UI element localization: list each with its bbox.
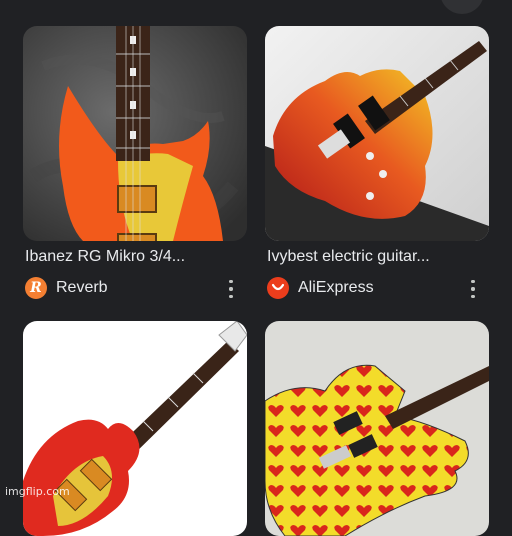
result-source[interactable]: R Reverb bbox=[25, 277, 108, 299]
source-name: AliExpress bbox=[298, 279, 374, 296]
result-title[interactable]: Ivybest electric guitar... bbox=[267, 248, 492, 266]
aliexpress-logo-icon bbox=[267, 277, 289, 299]
reverb-logo-icon: R bbox=[25, 277, 47, 299]
red-gradient-guitar-image bbox=[265, 26, 489, 241]
result-source[interactable]: AliExpress bbox=[267, 277, 374, 299]
result-thumbnail[interactable] bbox=[23, 321, 247, 536]
watermark: imgflip.com bbox=[5, 485, 70, 498]
hearts-pattern-guitar-image bbox=[265, 321, 489, 536]
red-yellow-guitar-image bbox=[23, 321, 247, 536]
top-button-edge[interactable] bbox=[440, 0, 484, 14]
result-thumbnail[interactable] bbox=[265, 321, 489, 536]
result-thumbnail[interactable] bbox=[23, 26, 247, 241]
result-thumbnail[interactable] bbox=[265, 26, 489, 241]
orange-ibanez-guitar-image bbox=[23, 26, 247, 241]
more-options-icon[interactable] bbox=[467, 280, 479, 298]
source-name: Reverb bbox=[56, 279, 108, 296]
result-title[interactable]: Ibanez RG Mikro 3/4... bbox=[25, 248, 250, 266]
more-options-icon[interactable] bbox=[225, 280, 237, 298]
